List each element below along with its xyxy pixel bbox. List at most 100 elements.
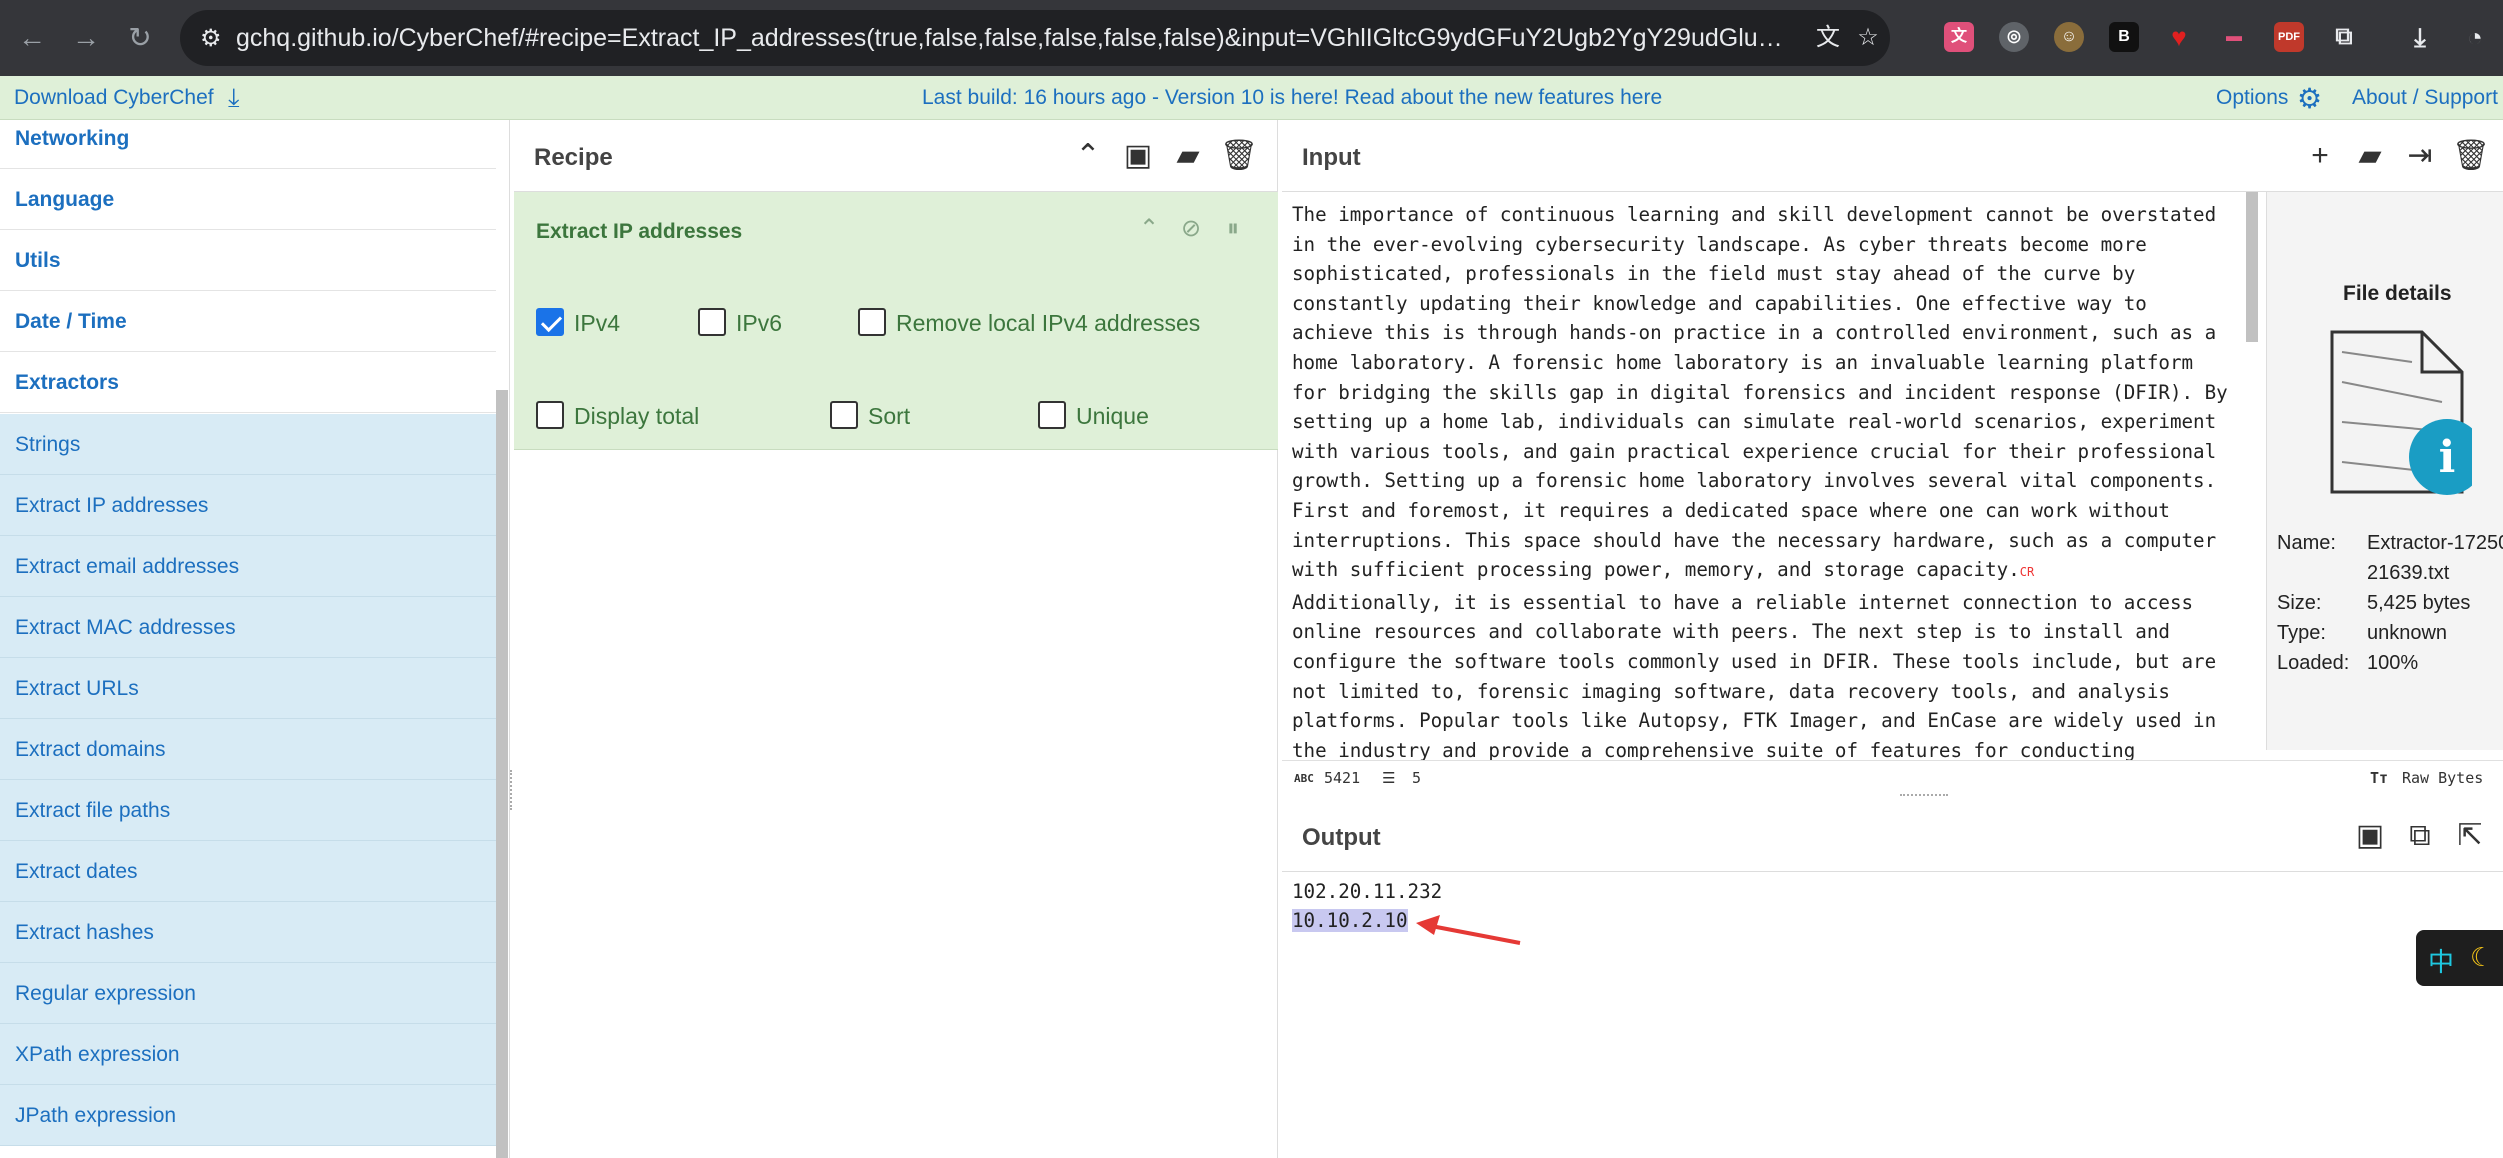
bookmark-star-icon[interactable]: ☆	[1852, 22, 1884, 54]
input-textarea[interactable]: The importance of continuous learning an…	[1292, 200, 2232, 760]
forward-icon[interactable]: →	[66, 18, 106, 58]
pause-icon[interactable]: ⏸	[1218, 214, 1248, 244]
operation-item[interactable]: Extract URLs	[0, 658, 496, 719]
save-icon[interactable]: ▣	[2352, 818, 2388, 854]
operation-item[interactable]: Strings	[0, 414, 496, 475]
file-details-panel: File details i Name: Extractor-17250 2163…	[2266, 192, 2503, 750]
operation-label: Extract IP addresses	[15, 494, 209, 517]
extensions-puzzle-icon[interactable]: ⧉	[2329, 22, 2359, 52]
text-encoding-icon[interactable]: Tт	[2370, 769, 2388, 787]
folder-icon[interactable]: ▰	[1170, 138, 1206, 174]
chevron-up-icon[interactable]: ⌃	[1070, 138, 1106, 174]
operation-label: Extract dates	[15, 860, 138, 883]
extension-pdf-icon[interactable]: PDF	[2274, 22, 2304, 52]
translate-icon[interactable]: 文	[1812, 22, 1844, 54]
recipe-pane: Recipe ⌃ ▣ ▰ 🗑 Extract IP addresses ⌃ ⊘ …	[514, 120, 1278, 1158]
category-label: Extractors	[15, 371, 119, 394]
file-details-title: File details	[2343, 282, 2452, 305]
operation-item[interactable]: Extract email addresses	[0, 536, 496, 597]
back-icon[interactable]: ←	[12, 18, 52, 58]
operation-item[interactable]: Extract MAC addresses	[0, 597, 496, 658]
input-pane: Input + ▰ ⇥ 🗑 The importance of continuo…	[1282, 120, 2503, 796]
disable-icon[interactable]: ⊘	[1176, 214, 1206, 244]
operation-item[interactable]: XPath expression	[0, 1024, 496, 1085]
checkbox-box[interactable]	[1038, 401, 1066, 429]
extension-heart-icon[interactable]: ♥	[2164, 22, 2194, 52]
ipv6-checkbox[interactable]: IPv6	[698, 306, 818, 340]
operation-item[interactable]: Extract IP addresses	[0, 475, 496, 536]
profile-icon[interactable]: ◔	[2460, 22, 2490, 52]
remove-local-ipv4-checkbox[interactable]: Remove local IPv4 addresses	[858, 306, 1238, 340]
checkbox-box[interactable]	[536, 308, 564, 336]
recipe-title: Recipe	[534, 144, 613, 171]
copy-icon[interactable]: ⧉	[2402, 818, 2438, 854]
checkbox-box[interactable]	[536, 401, 564, 429]
extension-wallet-icon[interactable]: ▬	[2219, 22, 2249, 52]
operation-item[interactable]: Extract domains	[0, 719, 496, 780]
checkbox-label: Display total	[574, 403, 700, 429]
operation-item[interactable]: Extract hashes	[0, 902, 496, 963]
category-networking[interactable]: Networking	[0, 120, 496, 169]
ime-toolbar[interactable]: 中 ☾	[2416, 930, 2503, 986]
display-total-checkbox[interactable]: Display total	[536, 399, 736, 433]
open-file-icon[interactable]: ⇥	[2402, 138, 2438, 174]
trash-icon[interactable]: 🗑	[1220, 138, 1258, 174]
about-support-link[interactable]: About / Support	[2352, 86, 2498, 110]
extension-letter-icon[interactable]: B	[2109, 22, 2139, 52]
download-icon[interactable]: ⤓	[2405, 22, 2435, 52]
replace-input-icon[interactable]: ⇱	[2452, 818, 2488, 854]
operation-item[interactable]: Regular expression	[0, 963, 496, 1024]
encoding-label[interactable]: Raw Bytes	[2402, 769, 2483, 787]
input-scrollbar[interactable]	[2246, 192, 2258, 342]
operation-item[interactable]: Extract file paths	[0, 780, 496, 841]
download-arrow-icon[interactable]: ⤓	[228, 82, 240, 114]
options-link[interactable]: Options	[2216, 86, 2288, 110]
trash-icon[interactable]: 🗑	[2452, 138, 2490, 174]
category-date-time[interactable]: Date / Time	[0, 292, 496, 352]
sidebar-scrollbar[interactable]	[496, 390, 508, 1158]
char-count-icon: ABC	[1294, 772, 1314, 785]
operation-label: Strings	[15, 433, 81, 456]
unique-checkbox[interactable]: Unique	[1038, 399, 1178, 433]
reload-icon[interactable]: ↻	[120, 18, 160, 58]
gear-icon[interactable]: ⚙	[2297, 82, 2322, 115]
svg-text:i: i	[2439, 432, 2456, 483]
output-line-selected[interactable]: 10.10.2.10	[1292, 909, 1408, 932]
sort-checkbox[interactable]: Sort	[830, 399, 950, 433]
checkbox-label: Sort	[868, 403, 911, 429]
operation-label: Extract MAC addresses	[15, 616, 236, 639]
checkbox-box[interactable]	[830, 401, 858, 429]
category-extractors[interactable]: Extractors	[0, 353, 496, 413]
output-line[interactable]: 102.20.11.232	[1292, 880, 1442, 903]
extension-face-icon[interactable]: ☺	[2054, 22, 2084, 52]
pane-resizer[interactable]	[1900, 794, 1948, 798]
build-notice-link[interactable]: Last build: 16 hours ago - Version 10 is…	[922, 86, 1662, 110]
input-text-part1: The importance of continuous learning an…	[1292, 203, 2228, 582]
ipv4-checkbox[interactable]: IPv4	[536, 306, 656, 340]
extension-translate-icon[interactable]: 文	[1944, 22, 1974, 52]
site-info-icon[interactable]: ⚙	[200, 24, 222, 53]
folder-icon[interactable]: ▰	[2352, 138, 2388, 174]
url-text[interactable]: gchq.github.io/CyberChef/#recipe=Extract…	[236, 24, 1796, 54]
category-language[interactable]: Language	[0, 170, 496, 230]
extension-circle-icon[interactable]: ◎	[1999, 22, 2029, 52]
operation-item[interactable]: Extract dates	[0, 841, 496, 902]
category-utils[interactable]: Utils	[0, 231, 496, 291]
moon-icon[interactable]: ☾	[2470, 942, 2493, 973]
checkbox-box[interactable]	[858, 308, 886, 336]
address-bar[interactable]: ⚙ gchq.github.io/CyberChef/#recipe=Extra…	[180, 10, 1890, 66]
save-icon[interactable]: ▣	[1120, 138, 1156, 174]
checkbox-label: Unique	[1076, 403, 1149, 429]
file-size-row: Size: 5,425 bytes	[2277, 592, 2471, 614]
operation-item[interactable]: JPath expression	[0, 1085, 496, 1146]
add-tab-icon[interactable]: +	[2302, 138, 2338, 174]
download-cyberchef-link[interactable]: Download CyberChef	[14, 86, 214, 110]
file-loaded-row: Loaded: 100%	[2277, 652, 2419, 674]
checkbox-box[interactable]	[698, 308, 726, 336]
category-label: Utils	[15, 249, 61, 272]
chevron-up-icon[interactable]: ⌃	[1134, 214, 1164, 244]
checkbox-label: Remove local IPv4 addresses	[896, 310, 1201, 336]
ime-language-icon[interactable]: 中	[2428, 942, 2454, 979]
operation-label: Extract URLs	[15, 677, 139, 700]
operations-sidebar: Networking Language Utils Date / Time Ex…	[0, 120, 510, 1158]
